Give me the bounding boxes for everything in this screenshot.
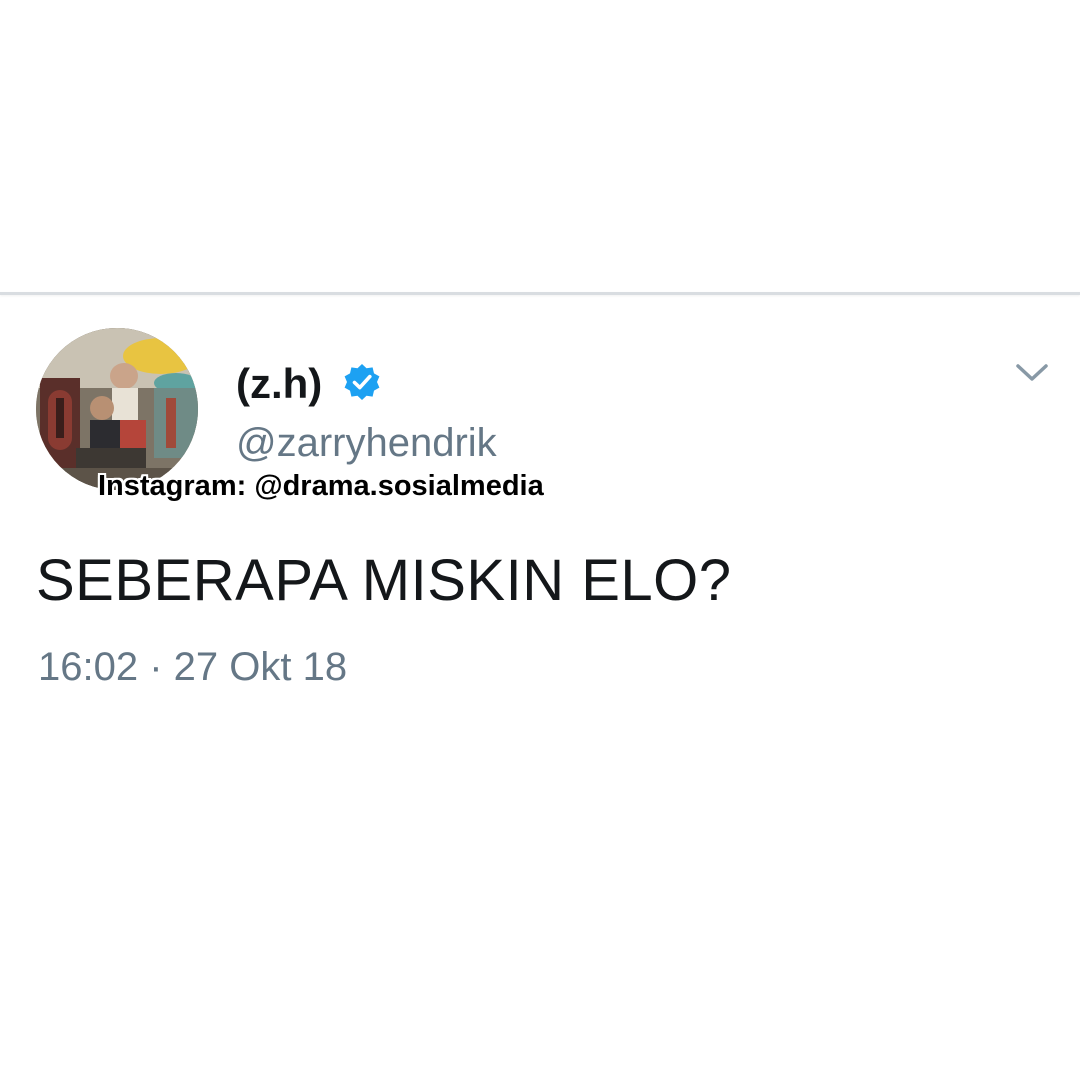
header-divider bbox=[0, 292, 1080, 295]
avatar-photo bbox=[36, 328, 198, 490]
chevron-down-icon[interactable] bbox=[1012, 358, 1052, 388]
tweet-text: SEBERAPA MISKIN ELO? bbox=[36, 548, 732, 613]
verified-badge-icon bbox=[344, 364, 380, 400]
tweet-timestamp[interactable]: 16:02 · 27 Okt 18 bbox=[38, 642, 347, 692]
user-handle[interactable]: @zarryhendrik bbox=[236, 418, 497, 468]
instagram-watermark: Instagram: @drama.sosialmedia bbox=[98, 470, 544, 502]
display-name[interactable]: (z.h) bbox=[236, 358, 322, 410]
avatar[interactable] bbox=[36, 328, 198, 490]
